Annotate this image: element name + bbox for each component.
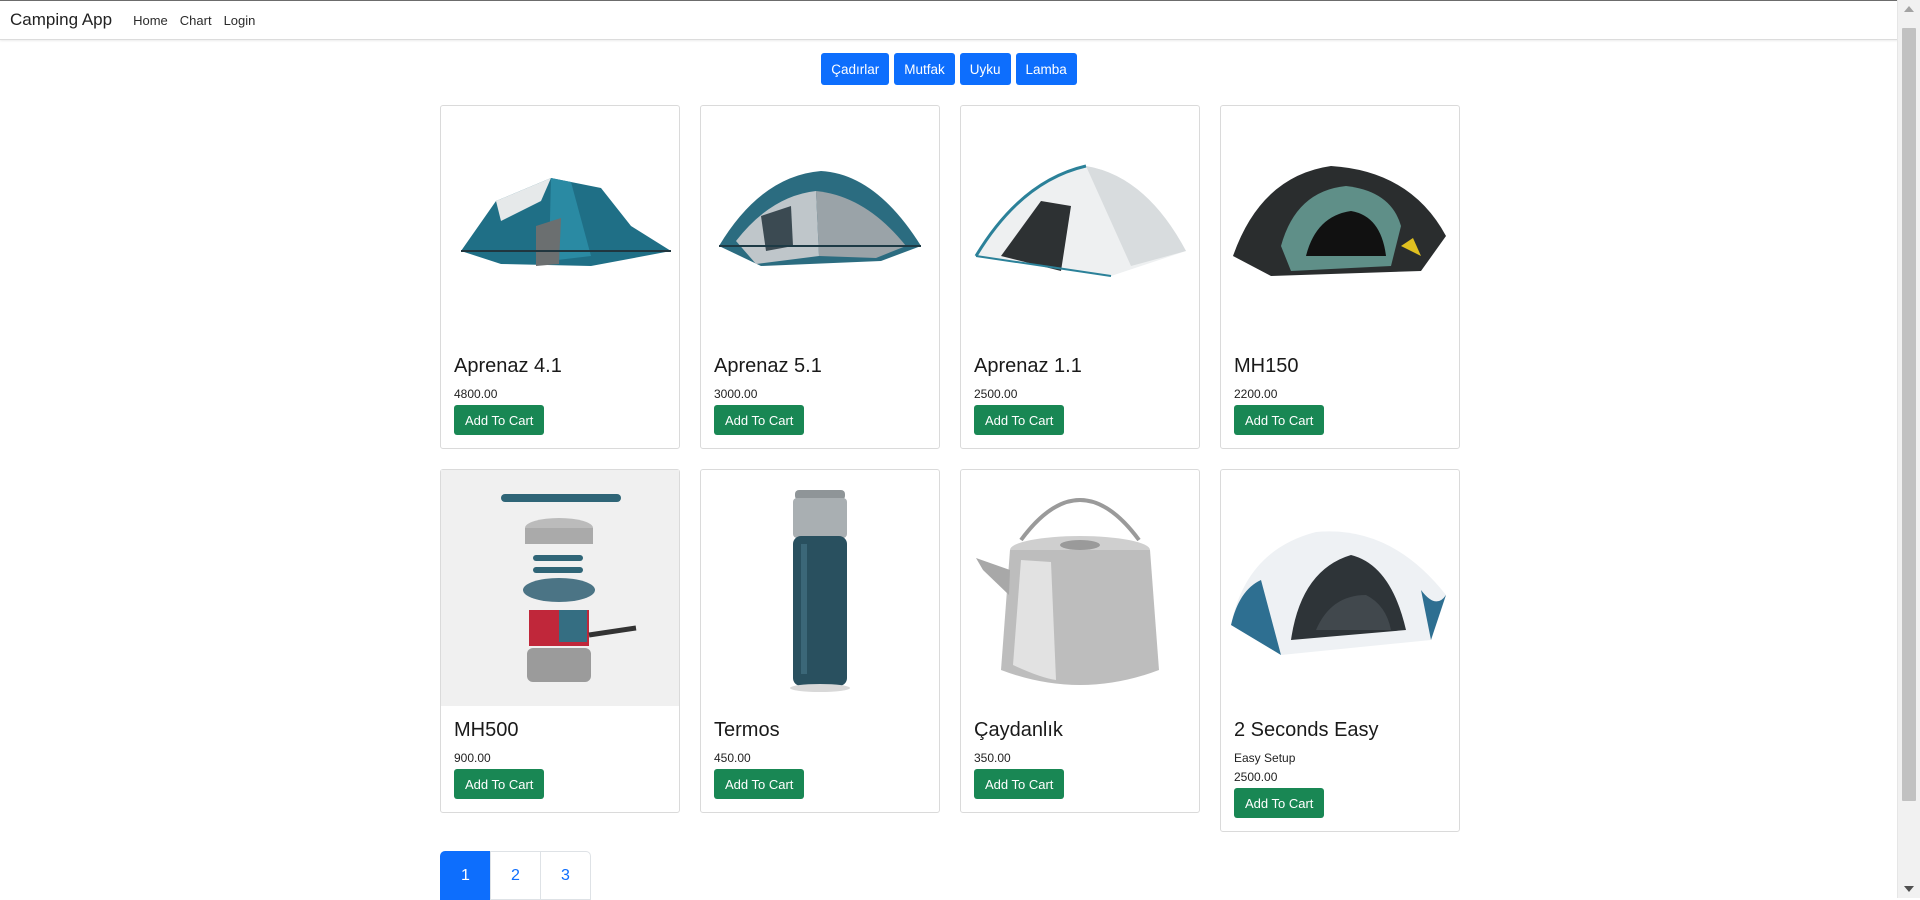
product-description: Easy Setup xyxy=(1234,751,1296,765)
add-to-cart-button[interactable]: Add To Cart xyxy=(1234,405,1325,435)
product-image xyxy=(701,470,939,706)
product-name: 2 Seconds Easy xyxy=(1234,719,1379,741)
product-name: Aprenaz 5.1 xyxy=(714,355,822,377)
product-grid: Aprenaz 4.1 4800.00 Add To Cart Aprenaz … xyxy=(440,105,1460,832)
add-to-cart-button[interactable]: Add To Cart xyxy=(1234,788,1325,818)
tent-icon xyxy=(1231,531,1446,655)
product-price: 2200.00 xyxy=(1234,387,1278,401)
product-price: 3000.00 xyxy=(714,387,758,401)
product-name: Aprenaz 4.1 xyxy=(454,355,562,377)
product-price: 2500.00 xyxy=(974,387,1018,401)
category-button-cadirlar[interactable]: Çadırlar xyxy=(821,53,890,85)
tent-icon xyxy=(461,178,671,266)
brand-logo[interactable]: Camping App xyxy=(10,10,112,30)
scrollbar-thumb[interactable] xyxy=(1902,28,1916,801)
category-filter-bar: Çadırlar Mutfak Uyku Lamba xyxy=(0,53,1898,85)
add-to-cart-button[interactable]: Add To Cart xyxy=(454,769,545,799)
product-card: Aprenaz 1.1 2500.00 Add To Cart xyxy=(960,105,1200,449)
kettle-icon xyxy=(976,498,1159,685)
page-link-3[interactable]: 3 xyxy=(540,851,591,900)
add-to-cart-button[interactable]: Add To Cart xyxy=(454,405,545,435)
product-image xyxy=(1221,470,1459,706)
cookware-icon xyxy=(501,494,637,682)
tent-icon xyxy=(974,164,1186,277)
product-name: Çaydanlık xyxy=(974,719,1063,741)
product-image xyxy=(441,106,679,342)
product-card: MH500 900.00 Add To Cart xyxy=(440,469,680,813)
product-image xyxy=(961,470,1199,706)
category-button-lamba[interactable]: Lamba xyxy=(1015,53,1077,85)
product-name: Aprenaz 1.1 xyxy=(974,355,1082,377)
product-card: Termos 450.00 Add To Cart xyxy=(700,469,940,813)
product-image xyxy=(441,470,679,706)
product-price: 350.00 xyxy=(974,751,1011,765)
product-price: 4800.00 xyxy=(454,387,498,401)
navbar: Camping App Home Chart Login xyxy=(0,1,1898,40)
nav-link-chart[interactable]: Chart xyxy=(180,13,212,28)
add-to-cart-button[interactable]: Add To Cart xyxy=(974,769,1065,799)
product-card: MH150 2200.00 Add To Cart xyxy=(1220,105,1460,449)
tent-icon xyxy=(1233,166,1446,276)
vertical-scrollbar[interactable] xyxy=(1897,0,1920,898)
product-name: MH150 xyxy=(1234,355,1299,377)
scroll-up-arrow-icon[interactable] xyxy=(1904,6,1914,12)
product-image xyxy=(701,106,939,342)
page-link-1[interactable]: 1 xyxy=(440,851,491,900)
category-button-mutfak[interactable]: Mutfak xyxy=(894,53,955,85)
product-card: Aprenaz 5.1 3000.00 Add To Cart xyxy=(700,105,940,449)
scroll-down-arrow-icon[interactable] xyxy=(1904,886,1914,892)
product-price: 900.00 xyxy=(454,751,491,765)
product-card: Çaydanlık 350.00 Add To Cart xyxy=(960,469,1200,813)
page-link-2[interactable]: 2 xyxy=(490,851,541,900)
add-to-cart-button[interactable]: Add To Cart xyxy=(714,769,805,799)
product-image xyxy=(1221,106,1459,342)
add-to-cart-button[interactable]: Add To Cart xyxy=(714,405,805,435)
product-card: 2 Seconds Easy Easy Setup 2500.00 Add To… xyxy=(1220,469,1460,832)
thermos-icon xyxy=(790,490,850,692)
product-name: MH500 xyxy=(454,719,519,741)
product-price: 2500.00 xyxy=(1234,770,1278,784)
pagination: 1 2 3 xyxy=(440,851,591,900)
product-name: Termos xyxy=(714,719,780,741)
add-to-cart-button[interactable]: Add To Cart xyxy=(974,405,1065,435)
product-price: 450.00 xyxy=(714,751,751,765)
product-image xyxy=(961,106,1199,342)
tent-icon xyxy=(719,171,921,266)
product-card: Aprenaz 4.1 4800.00 Add To Cart xyxy=(440,105,680,449)
nav-link-login[interactable]: Login xyxy=(224,13,256,28)
nav-link-home[interactable]: Home xyxy=(133,13,168,28)
category-button-uyku[interactable]: Uyku xyxy=(959,53,1011,85)
